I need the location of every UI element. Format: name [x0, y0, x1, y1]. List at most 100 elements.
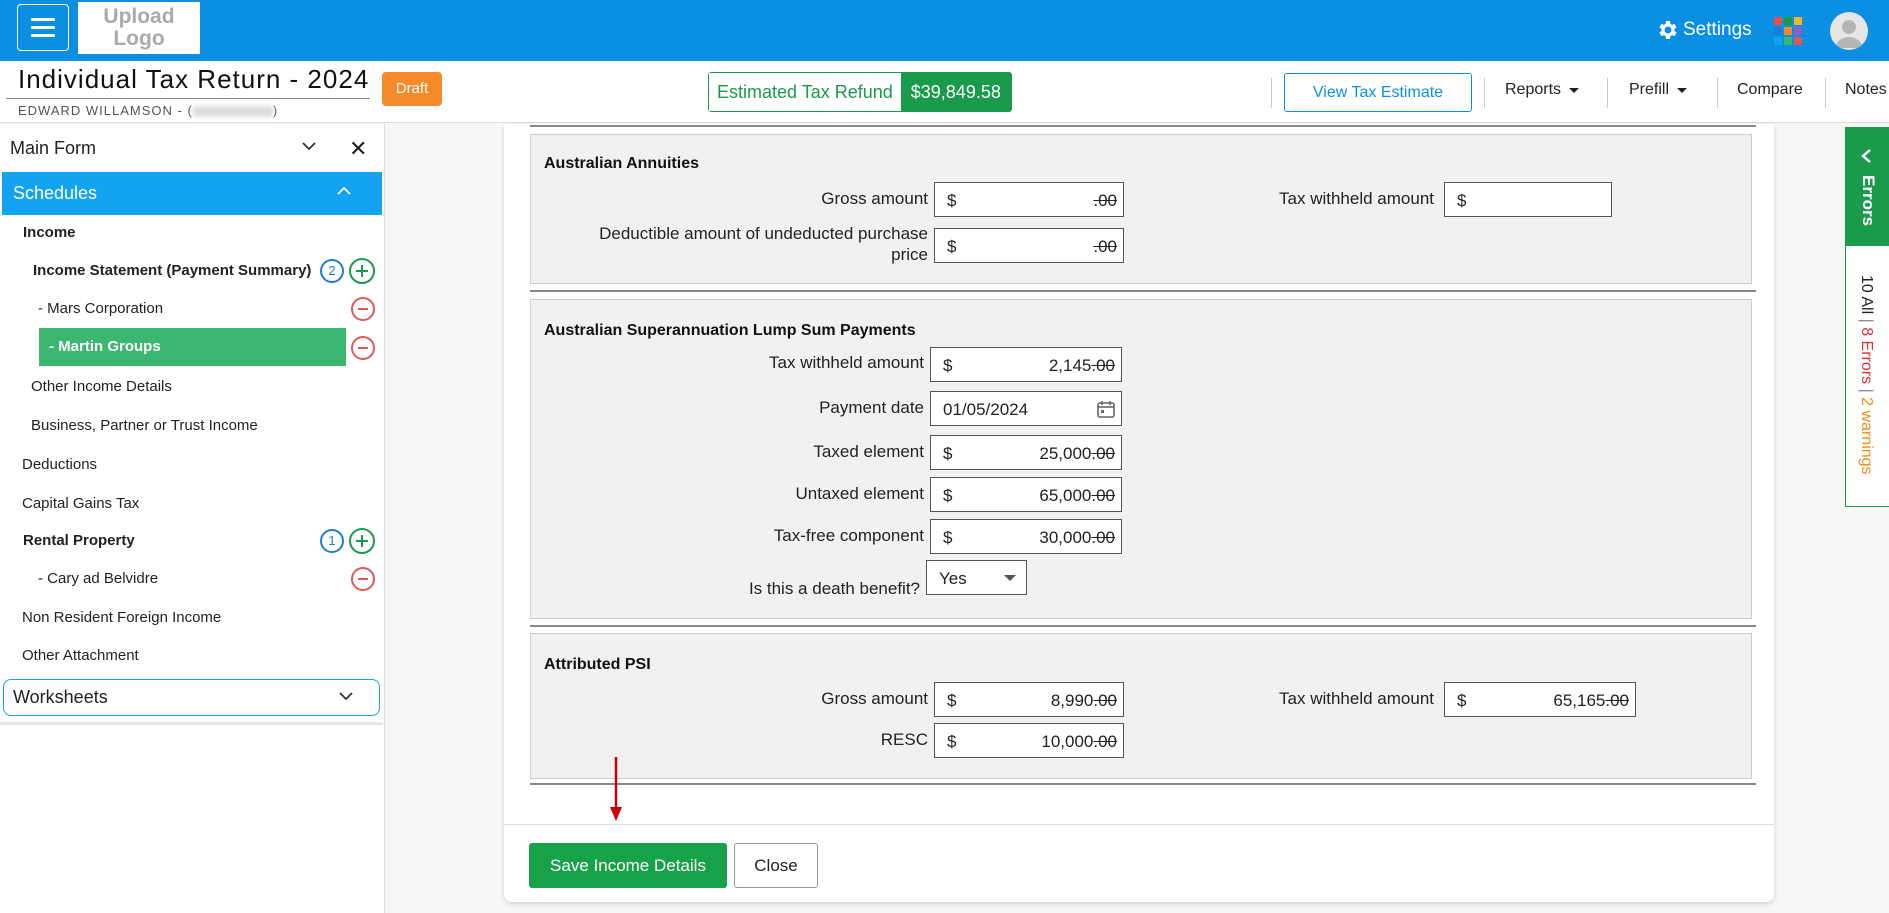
errors-tab-header[interactable]: Errors [1846, 128, 1889, 246]
field-label: RESC [880, 730, 928, 749]
sidebar-item-mars-corporation[interactable]: - Mars Corporation [38, 300, 163, 317]
tax-free-component-input[interactable]: $ 30,000.00 [930, 519, 1122, 554]
page-title: Individual Tax Return - 2024 [18, 64, 370, 94]
separator: | [1858, 318, 1875, 323]
remove-circle-icon[interactable] [351, 336, 375, 360]
notes-link[interactable]: Notes [1845, 81, 1887, 99]
divider [0, 722, 383, 725]
warning-count[interactable]: 2 warnings [1858, 397, 1875, 474]
untaxed-element-input[interactable]: $ 65,000.00 [930, 477, 1122, 512]
income-details-panel: Australian Annuities Gross amount $ .00 … [504, 124, 1774, 902]
divider [504, 824, 1774, 825]
gear-icon [1659, 21, 1677, 39]
annotation-arrow-icon [610, 757, 622, 821]
add-circle-icon[interactable] [349, 258, 375, 284]
compare-link[interactable]: Compare [1737, 81, 1803, 99]
currency-symbol: $ [1457, 691, 1467, 710]
annuity-gross-amount-input[interactable]: $ .00 [934, 182, 1124, 217]
count-badge: 1 [320, 529, 344, 553]
field-label: Taxed element [813, 442, 924, 461]
add-circle-icon[interactable] [349, 528, 375, 554]
client-name-text: EDWARD WILLAMSON - ( [18, 103, 193, 118]
decimal-part: .00 [1605, 691, 1629, 710]
currency-symbol: $ [943, 486, 953, 505]
schedules-label: Schedules [13, 183, 98, 203]
decimal-part: .00 [1091, 444, 1115, 463]
decimal-part: .00 [1093, 191, 1117, 210]
errors-tab-label: Errors [1859, 175, 1878, 227]
sidebar-item-other-attachment[interactable]: Other Attachment [22, 647, 139, 664]
field-label: Tax-free component [773, 526, 924, 545]
sidebar-item-other-income[interactable]: Other Income Details [31, 378, 172, 395]
upload-logo-button[interactable]: Upload Logo [78, 2, 200, 54]
sidebar-item-non-resident[interactable]: Non Resident Foreign Income [22, 609, 221, 626]
sidebar-item-rental-property[interactable]: Rental Property [23, 532, 135, 549]
divider [1717, 78, 1718, 108]
calendar-icon[interactable] [1096, 399, 1116, 419]
worksheets-dropdown[interactable]: Worksheets [3, 679, 380, 716]
remove-circle-icon[interactable] [351, 567, 375, 591]
errors-side-panel[interactable]: Errors 10 All | 8 Errors | 2 warnings [1845, 127, 1889, 507]
sidebar-item-martin-groups[interactable]: - Martin Groups [39, 328, 346, 366]
return-header: Individual Tax Return - 2024 EDWARD WILL… [0, 61, 1889, 123]
sidebar-item-deductions[interactable]: Deductions [22, 456, 97, 473]
integer-part: 30,000 [1039, 528, 1092, 547]
redacted-tfn [192, 106, 273, 118]
annuity-tax-withheld-input[interactable]: $ [1444, 182, 1612, 217]
all-count[interactable]: 10 All [1858, 275, 1875, 314]
payment-date-input[interactable]: 01/05/2024 [930, 391, 1122, 426]
psi-tax-withheld-input[interactable]: $ 65,165.00 [1444, 682, 1636, 717]
save-income-details-button[interactable]: Save Income Details [529, 843, 727, 888]
prefill-menu[interactable]: Prefill [1629, 81, 1688, 99]
divider [1484, 78, 1485, 108]
sidebar-item-capital-gains-tax[interactable]: Capital Gains Tax [22, 495, 139, 512]
logo-line-2: Logo [113, 27, 165, 50]
menu-icon-line [31, 26, 55, 29]
currency-symbol: $ [947, 237, 957, 256]
close-icon[interactable]: ✕ [349, 136, 367, 162]
apps-grid-square [1774, 27, 1782, 35]
field-label: Gross amount [821, 189, 928, 208]
apps-grid-square [1794, 37, 1802, 45]
chevron-down-icon [1004, 575, 1016, 581]
settings-button[interactable]: Settings [1655, 18, 1752, 42]
reports-menu[interactable]: Reports [1505, 81, 1580, 99]
field-label: Tax withheld amount [1279, 189, 1434, 208]
sidebar-item-schedules[interactable]: Schedules [2, 172, 382, 215]
chevron-down-icon[interactable] [302, 142, 316, 151]
super-tax-withheld-input[interactable]: $ 2,145.00 [930, 347, 1122, 382]
psi-gross-amount-input[interactable]: $ 8,990.00 [934, 682, 1124, 717]
client-name: EDWARD WILLAMSON - () [18, 103, 278, 118]
close-button[interactable]: Close [734, 843, 818, 888]
count-badge: 2 [320, 259, 344, 283]
currency-symbol: $ [943, 444, 953, 463]
death-benefit-select[interactable]: Yes [926, 560, 1027, 595]
sidebar-item-cary-ad-belvidre[interactable]: - Cary ad Belvidre [38, 570, 158, 587]
field-value: 65,000.00 [1039, 486, 1115, 506]
resc-input[interactable]: $ 10,000.00 [934, 723, 1124, 758]
currency-symbol: $ [947, 191, 957, 210]
undeducted-purchase-price-input[interactable]: $ .00 [934, 228, 1124, 263]
sidebar-item-income-statement[interactable]: Income Statement (Payment Summary) [33, 262, 311, 279]
decimal-part: .00 [1091, 486, 1115, 505]
apps-grid-icon[interactable] [1774, 17, 1802, 45]
error-count[interactable]: 8 Errors [1858, 327, 1875, 384]
field-value: 10,000.00 [1041, 732, 1117, 752]
main-form-link[interactable]: Main Form [10, 138, 96, 159]
integer-part: 25,000 [1039, 444, 1092, 463]
decimal-part: .00 [1093, 237, 1117, 256]
view-tax-estimate-button[interactable]: View Tax Estimate [1284, 73, 1472, 112]
refund-value: $39,849.58 [900, 73, 1011, 111]
estimated-refund-widget: Estimated Tax Refund $39,849.58 [708, 72, 1012, 112]
sidebar-item-income[interactable]: Income [23, 224, 76, 241]
avatar[interactable] [1830, 12, 1868, 50]
sidebar-item-business[interactable]: Business, Partner or Trust Income [31, 417, 258, 434]
field-value: 2,145.00 [1049, 356, 1115, 376]
client-name-suffix: ) [272, 103, 279, 118]
taxed-element-input[interactable]: $ 25,000.00 [930, 435, 1122, 470]
hamburger-menu-button[interactable] [17, 4, 69, 51]
integer-part: 65,165 [1553, 691, 1606, 710]
apps-grid-square [1784, 37, 1792, 45]
field-label: Deductible amount of undeducted purchase… [599, 223, 928, 265]
remove-circle-icon[interactable] [351, 297, 375, 321]
